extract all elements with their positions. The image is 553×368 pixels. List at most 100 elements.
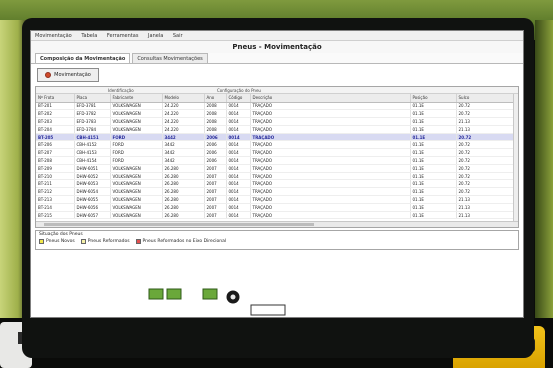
table-row[interactable]: BT-213 DHW-6055 VOLKSWAGEN 26.280 2007 0014 TR… [36, 195, 518, 204]
table-cell: 20.72 [456, 133, 518, 142]
menu-item[interactable]: Tabela [81, 33, 97, 39]
table-cell: 0014 [226, 156, 251, 165]
table-cell: 24.220 [162, 117, 205, 126]
menu-item[interactable]: Ferramentas [107, 33, 139, 39]
table-cell: VOLKSWAGEN [110, 117, 163, 126]
data-grid: Nº Frota Placa Fabricante Modelo Ano Cód… [36, 94, 518, 220]
column-header-row: Nº Frota Placa Fabricante Modelo Ano Cód… [36, 94, 518, 103]
table-cell: VOLKSWAGEN [110, 172, 163, 181]
table-cell: VOLKSWAGEN [110, 125, 163, 134]
table-cell: 0014 [226, 203, 251, 212]
table-cell: DHW-6056 [74, 203, 111, 212]
table-cell: 2007 [204, 187, 227, 197]
movimentacao-button[interactable]: Movimentação [37, 68, 99, 82]
table-cell: TRAÇADO [250, 179, 411, 189]
legend-item: Pneus Reformados [80, 239, 130, 244]
table-row[interactable]: BT-204 EFD-3784 VOLKSWAGEN 24.220 2008 0014 TR… [36, 125, 518, 134]
table-cell: 01.1E [410, 125, 457, 134]
vertical-scrollbar[interactable] [513, 94, 518, 223]
legend-swatch [135, 239, 141, 244]
table-row[interactable]: BT-201 EFD-3781 VOLKSWAGEN 24.220 2008 0014 TR… [36, 102, 518, 111]
table-cell: 01.1E [410, 179, 457, 189]
col-header[interactable]: Modelo [162, 94, 205, 103]
col-header[interactable]: Nº Frota [36, 94, 75, 103]
horizontal-scrollbar[interactable] [36, 221, 518, 227]
table-cell: 3442 [162, 148, 205, 158]
table-row[interactable]: BT-210 DHW-6052 VOLKSWAGEN 26.280 2007 0014 TR… [36, 172, 518, 181]
table-cell: TRAÇADO [250, 117, 411, 126]
table-cell: 26.280 [162, 172, 205, 181]
col-header[interactable]: Fabricante [110, 94, 163, 103]
tire-table: Identificação Configuração do Pneu Nº Fr… [35, 86, 519, 228]
table-row[interactable]: BT-214 DHW-6056 VOLKSWAGEN 26.280 2007 0014 TR… [36, 203, 518, 212]
scroll-thumb[interactable] [44, 223, 314, 226]
table-row[interactable]: BT-208 CBH-4154 FORD 3442 2006 0014 TRAÇADO 01.… [36, 156, 518, 165]
table-row[interactable]: BT-207 CBH-4153 FORD 3442 2006 0014 TRAÇADO 01.… [36, 148, 518, 158]
table-cell: VOLKSWAGEN [110, 195, 163, 204]
col-header[interactable]: Código [226, 94, 251, 103]
col-header[interactable]: Placa [74, 94, 111, 103]
table-cell: 01.1E [410, 140, 457, 150]
table-row[interactable]: BT-209 DHW-6051 VOLKSWAGEN 26.280 2007 0014 TR… [36, 164, 518, 173]
table-cell: TRAÇADO [250, 211, 411, 220]
col-header[interactable]: Posição [410, 94, 457, 103]
table-cell: DHW-6052 [74, 172, 111, 181]
table-cell: TRAÇADO [250, 156, 411, 165]
menu-bar: Movimentação Tabela Ferramentas Janela S… [31, 31, 523, 41]
table-row[interactable]: BT-215 DHW-6057 VOLKSWAGEN 26.280 2007 0014 TR… [36, 211, 518, 220]
table-cell: 26.280 [162, 164, 205, 173]
tab-consultas[interactable]: Consultas Movimentações [132, 53, 208, 63]
table-cell: 26.280 [162, 195, 205, 204]
table-row[interactable]: BT-202 EFD-3782 VOLKSWAGEN 24.220 2008 0014 TR… [36, 109, 518, 119]
table-cell: 0014 [226, 140, 251, 150]
table-cell: 26.280 [162, 187, 205, 197]
table-cell: BT-206 [36, 140, 75, 150]
chevron-icon [168, 302, 178, 317]
table-cell: DHW-6051 [74, 164, 111, 173]
legend-swatch [39, 239, 44, 244]
table-cell: 01.1E [410, 117, 457, 126]
axle-label-box [250, 304, 286, 316]
table-cell: BT-214 [36, 203, 75, 212]
table-cell: CBH-4151 [74, 133, 111, 142]
table-cell: DHW-6053 [74, 179, 111, 189]
col-header[interactable]: Descrição [250, 94, 411, 103]
legend-label: Pneus Reformados [87, 239, 130, 244]
table-row[interactable]: BT-206 CBH-4152 FORD 3442 2006 0014 TRAÇADO 01.… [36, 140, 518, 150]
table-cell: BT-209 [36, 164, 75, 173]
menu-item[interactable]: Movimentação [35, 33, 72, 39]
tire-slot[interactable] [202, 288, 218, 300]
table-cell: 20.72 [456, 102, 518, 111]
table-cell: CBH-4152 [74, 140, 111, 150]
table-row[interactable]: BT-211 DHW-6053 VOLKSWAGEN 26.280 2007 0014 TR… [36, 179, 518, 189]
hub-icon [230, 294, 236, 300]
col-header[interactable]: Sulco [456, 94, 518, 103]
col-header[interactable]: Ano [204, 94, 227, 103]
table-cell: 24.220 [162, 102, 205, 111]
table-cell: EFD-3781 [74, 102, 111, 111]
table-row[interactable]: BT-203 EFD-3783 VOLKSWAGEN 24.220 2008 0014 TR… [36, 117, 518, 126]
table-cell: 2007 [204, 211, 227, 220]
tab-composicao[interactable]: Composição da Movimentação [35, 53, 131, 63]
table-cell: 21.13 [456, 211, 518, 220]
tab-bar: Composição da Movimentação Consultas Mov… [31, 53, 523, 64]
table-cell: 0014 [226, 109, 251, 119]
group-configuracao: Configuração do Pneu [217, 88, 261, 93]
table-cell: VOLKSWAGEN [110, 179, 163, 189]
table-row[interactable]: BT-205 CBH-4151 FORD 3442 2006 0014 TRAÇADO 01.… [36, 133, 518, 142]
table-row[interactable]: BT-212 DHW-6054 VOLKSWAGEN 26.280 2007 0014 TR… [36, 187, 518, 197]
table-cell: 2007 [204, 164, 227, 173]
table-cell: 01.1E [410, 156, 457, 165]
table-cell: BT-212 [36, 187, 75, 197]
table-cell: 20.72 [456, 156, 518, 165]
table-cell: 24.220 [162, 125, 205, 134]
legend-item: Pneus Novos [39, 239, 75, 244]
menu-item[interactable]: Sair [173, 33, 183, 39]
movimentacao-button-label: Movimentação [54, 72, 91, 78]
tire-slot[interactable] [148, 288, 164, 300]
table-cell: 26.280 [162, 179, 205, 189]
tire-slot[interactable] [166, 288, 182, 300]
menu-item[interactable]: Janela [148, 33, 163, 39]
table-cell: 20.72 [456, 164, 518, 173]
table-cell: DHW-6055 [74, 195, 111, 204]
